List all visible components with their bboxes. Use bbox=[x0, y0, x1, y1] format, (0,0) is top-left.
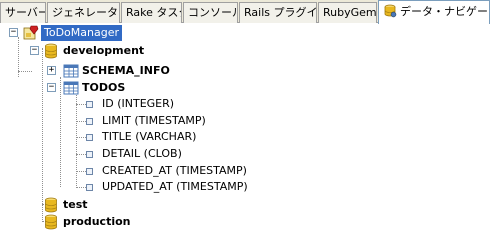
tab-console[interactable]: コンソール bbox=[183, 2, 238, 23]
tree-node-label: DETAIL (CLOB) bbox=[102, 147, 182, 160]
tab-server[interactable]: サーバー bbox=[0, 2, 46, 23]
tab-generator-label: ジェネレーター bbox=[52, 6, 119, 19]
tree-node-column[interactable]: DETAIL (CLOB) bbox=[0, 145, 260, 163]
tree-node-column[interactable]: ID (INTEGER) bbox=[0, 95, 260, 113]
tab-console-label: コンソール bbox=[188, 6, 238, 19]
tab-data-navigator[interactable]: データ・ナビゲーター bbox=[378, 0, 490, 24]
database-icon bbox=[45, 197, 57, 213]
tree-node-environment[interactable]: test bbox=[0, 196, 200, 214]
expand-toggle[interactable]: + bbox=[47, 66, 56, 75]
tab-rake-tasks[interactable]: Rake タスク bbox=[121, 2, 182, 23]
tab-rake-tasks-label: Rake タスク bbox=[126, 6, 181, 19]
column-icon bbox=[86, 184, 93, 191]
column-icon bbox=[86, 134, 93, 141]
tree-node-label: development bbox=[63, 44, 145, 57]
tab-server-label: サーバー bbox=[5, 6, 46, 19]
tree-node-label: TITLE (VARCHAR) bbox=[102, 130, 197, 143]
tree-node-label: UPDATED_AT (TIMESTAMP) bbox=[102, 180, 248, 193]
column-icon bbox=[86, 101, 93, 108]
tab-data-navigator-label: データ・ナビゲーター bbox=[400, 5, 489, 18]
tree-node-label: production bbox=[63, 215, 131, 228]
tree-node-label: ID (INTEGER) bbox=[102, 97, 175, 110]
tree-node-environment[interactable]: production bbox=[0, 213, 200, 231]
database-icon bbox=[45, 43, 57, 59]
tree-node-root-label: ToDoManager bbox=[41, 25, 122, 41]
tree-node-label: SCHEMA_INFO bbox=[82, 64, 170, 77]
collapse-toggle[interactable]: − bbox=[47, 83, 56, 92]
tree-node-column[interactable]: TITLE (VARCHAR) bbox=[0, 128, 260, 146]
tab-rails-plugins[interactable]: Rails プラグイン bbox=[239, 2, 317, 23]
collapse-toggle[interactable]: − bbox=[9, 28, 18, 37]
database-icon bbox=[45, 214, 57, 230]
tree-node-root[interactable]: − ToDoManager bbox=[0, 24, 160, 42]
tab-bar: サーバー ジェネレーター Rake タスク コンソール Rails プラグイン … bbox=[0, 0, 490, 24]
column-icon bbox=[86, 118, 93, 125]
tab-rails-plugins-label: Rails プラグイン bbox=[244, 6, 317, 19]
data-navigator-tree[interactable]: − ToDoManager − development + SCHEMA_INF… bbox=[0, 24, 490, 236]
tree-node-environment[interactable]: − development bbox=[0, 42, 200, 60]
tree-node-table[interactable]: + SCHEMA_INFO bbox=[0, 62, 200, 80]
collapse-toggle[interactable]: − bbox=[30, 46, 39, 55]
column-icon bbox=[86, 151, 93, 158]
table-icon bbox=[63, 81, 79, 95]
database-icon bbox=[384, 4, 397, 18]
tree-node-column[interactable]: UPDATED_AT (TIMESTAMP) bbox=[0, 178, 260, 196]
tree-node-label: test bbox=[63, 198, 88, 211]
tab-rubygems[interactable]: RubyGems bbox=[318, 2, 377, 23]
tab-rubygems-label: RubyGems bbox=[323, 6, 377, 19]
tab-generator[interactable]: ジェネレーター bbox=[47, 2, 120, 23]
ruby-app-icon bbox=[23, 25, 39, 40]
table-icon bbox=[63, 64, 79, 78]
column-icon bbox=[86, 168, 93, 175]
